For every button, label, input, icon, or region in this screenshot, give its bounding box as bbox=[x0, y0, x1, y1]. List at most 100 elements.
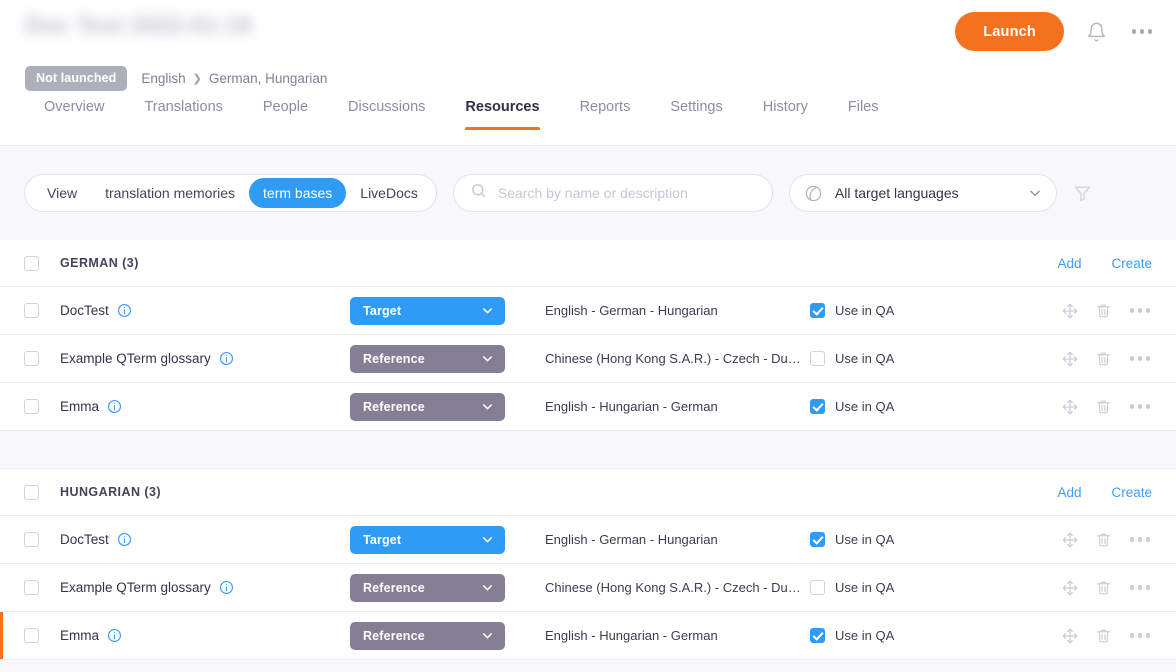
create-link[interactable]: Create bbox=[1111, 485, 1152, 500]
row-select-checkbox[interactable] bbox=[24, 580, 39, 595]
table-row[interactable]: EmmaReferenceEnglish - Hungarian - Germa… bbox=[0, 383, 1176, 431]
bell-icon[interactable] bbox=[1082, 18, 1110, 46]
more-horizontal-icon[interactable] bbox=[1128, 352, 1153, 365]
tab-overview[interactable]: Overview bbox=[24, 99, 124, 130]
resource-type-dropdown[interactable]: Reference bbox=[350, 393, 505, 421]
move-icon[interactable] bbox=[1061, 398, 1079, 416]
chevron-down-icon bbox=[481, 304, 494, 317]
table-row[interactable]: Example QTerm glossaryReferenceChinese (… bbox=[0, 564, 1176, 612]
use-in-qa-checkbox[interactable] bbox=[810, 351, 825, 366]
use-in-qa-checkbox[interactable] bbox=[810, 580, 825, 595]
group-select-checkbox[interactable] bbox=[24, 485, 39, 500]
search-input[interactable] bbox=[498, 185, 772, 201]
resource-name-cell: DocTest bbox=[60, 532, 350, 547]
group-header: GERMAN (3) Add Create bbox=[0, 240, 1176, 287]
trash-icon[interactable] bbox=[1095, 579, 1112, 597]
info-icon[interactable] bbox=[219, 580, 234, 595]
resource-languages: English - German - Hungarian bbox=[545, 532, 810, 547]
move-icon[interactable] bbox=[1061, 302, 1079, 320]
segment-livedocs[interactable]: LiveDocs bbox=[346, 178, 432, 208]
tab-resources[interactable]: Resources bbox=[445, 99, 559, 130]
move-icon[interactable] bbox=[1061, 350, 1079, 368]
table-row[interactable]: Example QTerm glossaryReferenceChinese (… bbox=[0, 335, 1176, 383]
info-icon[interactable] bbox=[107, 399, 122, 414]
group-title: GERMAN (3) bbox=[60, 256, 139, 270]
view-label: View bbox=[29, 185, 91, 201]
resource-name-cell: Emma bbox=[60, 399, 350, 414]
trash-icon[interactable] bbox=[1095, 531, 1112, 549]
breadcrumb: English ❯ German, Hungarian bbox=[141, 71, 327, 86]
row-select-checkbox[interactable] bbox=[24, 532, 39, 547]
resource-type-dropdown[interactable]: Target bbox=[350, 526, 505, 554]
use-in-qa-checkbox[interactable] bbox=[810, 303, 825, 318]
tab-history[interactable]: History bbox=[743, 99, 828, 130]
resource-type-dropdown[interactable]: Reference bbox=[350, 574, 505, 602]
chevron-down-icon bbox=[481, 629, 494, 642]
resource-name: Example QTerm glossary bbox=[60, 580, 211, 595]
move-icon[interactable] bbox=[1061, 579, 1079, 597]
resource-name: Emma bbox=[60, 628, 99, 643]
row-select-checkbox[interactable] bbox=[24, 303, 39, 318]
group-select-checkbox[interactable] bbox=[24, 256, 39, 271]
trash-icon[interactable] bbox=[1095, 302, 1112, 320]
more-horizontal-icon[interactable] bbox=[1128, 629, 1153, 642]
resource-type-label: Reference bbox=[363, 352, 425, 366]
info-icon[interactable] bbox=[117, 303, 132, 318]
more-horizontal-icon[interactable] bbox=[1128, 400, 1153, 413]
tab-settings[interactable]: Settings bbox=[650, 99, 742, 130]
view-segmented-control: View translation memories term bases Liv… bbox=[24, 174, 437, 212]
resource-type-dropdown[interactable]: Reference bbox=[350, 622, 505, 650]
resource-name-cell: Example QTerm glossary bbox=[60, 351, 350, 366]
use-in-qa-checkbox[interactable] bbox=[810, 628, 825, 643]
use-in-qa-cell: Use in QA bbox=[810, 532, 1010, 547]
segment-translation-memories[interactable]: translation memories bbox=[91, 178, 249, 208]
tab-files[interactable]: Files bbox=[828, 99, 899, 130]
row-select-checkbox[interactable] bbox=[24, 399, 39, 414]
group-actions: Add Create bbox=[1057, 256, 1152, 271]
resource-type-cell: Target bbox=[350, 297, 545, 325]
table-row[interactable]: DocTestTargetEnglish - German - Hungaria… bbox=[0, 287, 1176, 335]
create-link[interactable]: Create bbox=[1111, 256, 1152, 271]
more-horizontal-icon[interactable] bbox=[1128, 18, 1156, 46]
add-link[interactable]: Add bbox=[1057, 485, 1081, 500]
row-actions bbox=[1061, 579, 1153, 597]
search-box[interactable] bbox=[453, 174, 773, 212]
table-row[interactable]: EmmaReferenceEnglish - Hungarian - Germa… bbox=[0, 612, 1176, 660]
more-horizontal-icon[interactable] bbox=[1128, 533, 1153, 546]
info-icon[interactable] bbox=[219, 351, 234, 366]
target-language-filter[interactable]: All target languages bbox=[789, 174, 1057, 212]
resource-type-label: Reference bbox=[363, 629, 425, 643]
add-link[interactable]: Add bbox=[1057, 256, 1081, 271]
tab-reports[interactable]: Reports bbox=[560, 99, 651, 130]
info-icon[interactable] bbox=[117, 532, 132, 547]
use-in-qa-checkbox[interactable] bbox=[810, 532, 825, 547]
resource-type-label: Target bbox=[363, 533, 401, 547]
funnel-filter-icon[interactable] bbox=[1073, 184, 1092, 203]
tab-translations[interactable]: Translations bbox=[124, 99, 242, 130]
launch-button[interactable]: Launch bbox=[955, 12, 1064, 51]
use-in-qa-checkbox[interactable] bbox=[810, 399, 825, 414]
trash-icon[interactable] bbox=[1095, 627, 1112, 645]
trash-icon[interactable] bbox=[1095, 350, 1112, 368]
info-icon[interactable] bbox=[107, 628, 122, 643]
move-icon[interactable] bbox=[1061, 531, 1079, 549]
resources-toolbar: View translation memories term bases Liv… bbox=[0, 145, 1176, 240]
move-icon[interactable] bbox=[1061, 627, 1079, 645]
status-row: Not launched English ❯ German, Hungarian bbox=[25, 66, 327, 91]
row-select-checkbox[interactable] bbox=[24, 351, 39, 366]
resource-type-cell: Reference bbox=[350, 345, 545, 373]
row-select-checkbox[interactable] bbox=[24, 628, 39, 643]
more-horizontal-icon[interactable] bbox=[1128, 304, 1153, 317]
breadcrumb-source-language: English bbox=[141, 71, 185, 86]
resource-type-label: Target bbox=[363, 304, 401, 318]
tab-people[interactable]: People bbox=[243, 99, 328, 130]
trash-icon[interactable] bbox=[1095, 398, 1112, 416]
resource-type-dropdown[interactable]: Reference bbox=[350, 345, 505, 373]
table-row[interactable]: DocTest Target English - German - Hungaria… bbox=[0, 516, 1176, 564]
chevron-right-icon: ❯ bbox=[193, 72, 202, 85]
segment-term-bases[interactable]: term bases bbox=[249, 178, 346, 208]
resource-type-dropdown[interactable]: Target bbox=[350, 297, 505, 325]
more-horizontal-icon[interactable] bbox=[1128, 581, 1153, 594]
tab-discussions[interactable]: Discussions bbox=[328, 99, 445, 130]
table-bottom-band bbox=[0, 660, 1176, 672]
